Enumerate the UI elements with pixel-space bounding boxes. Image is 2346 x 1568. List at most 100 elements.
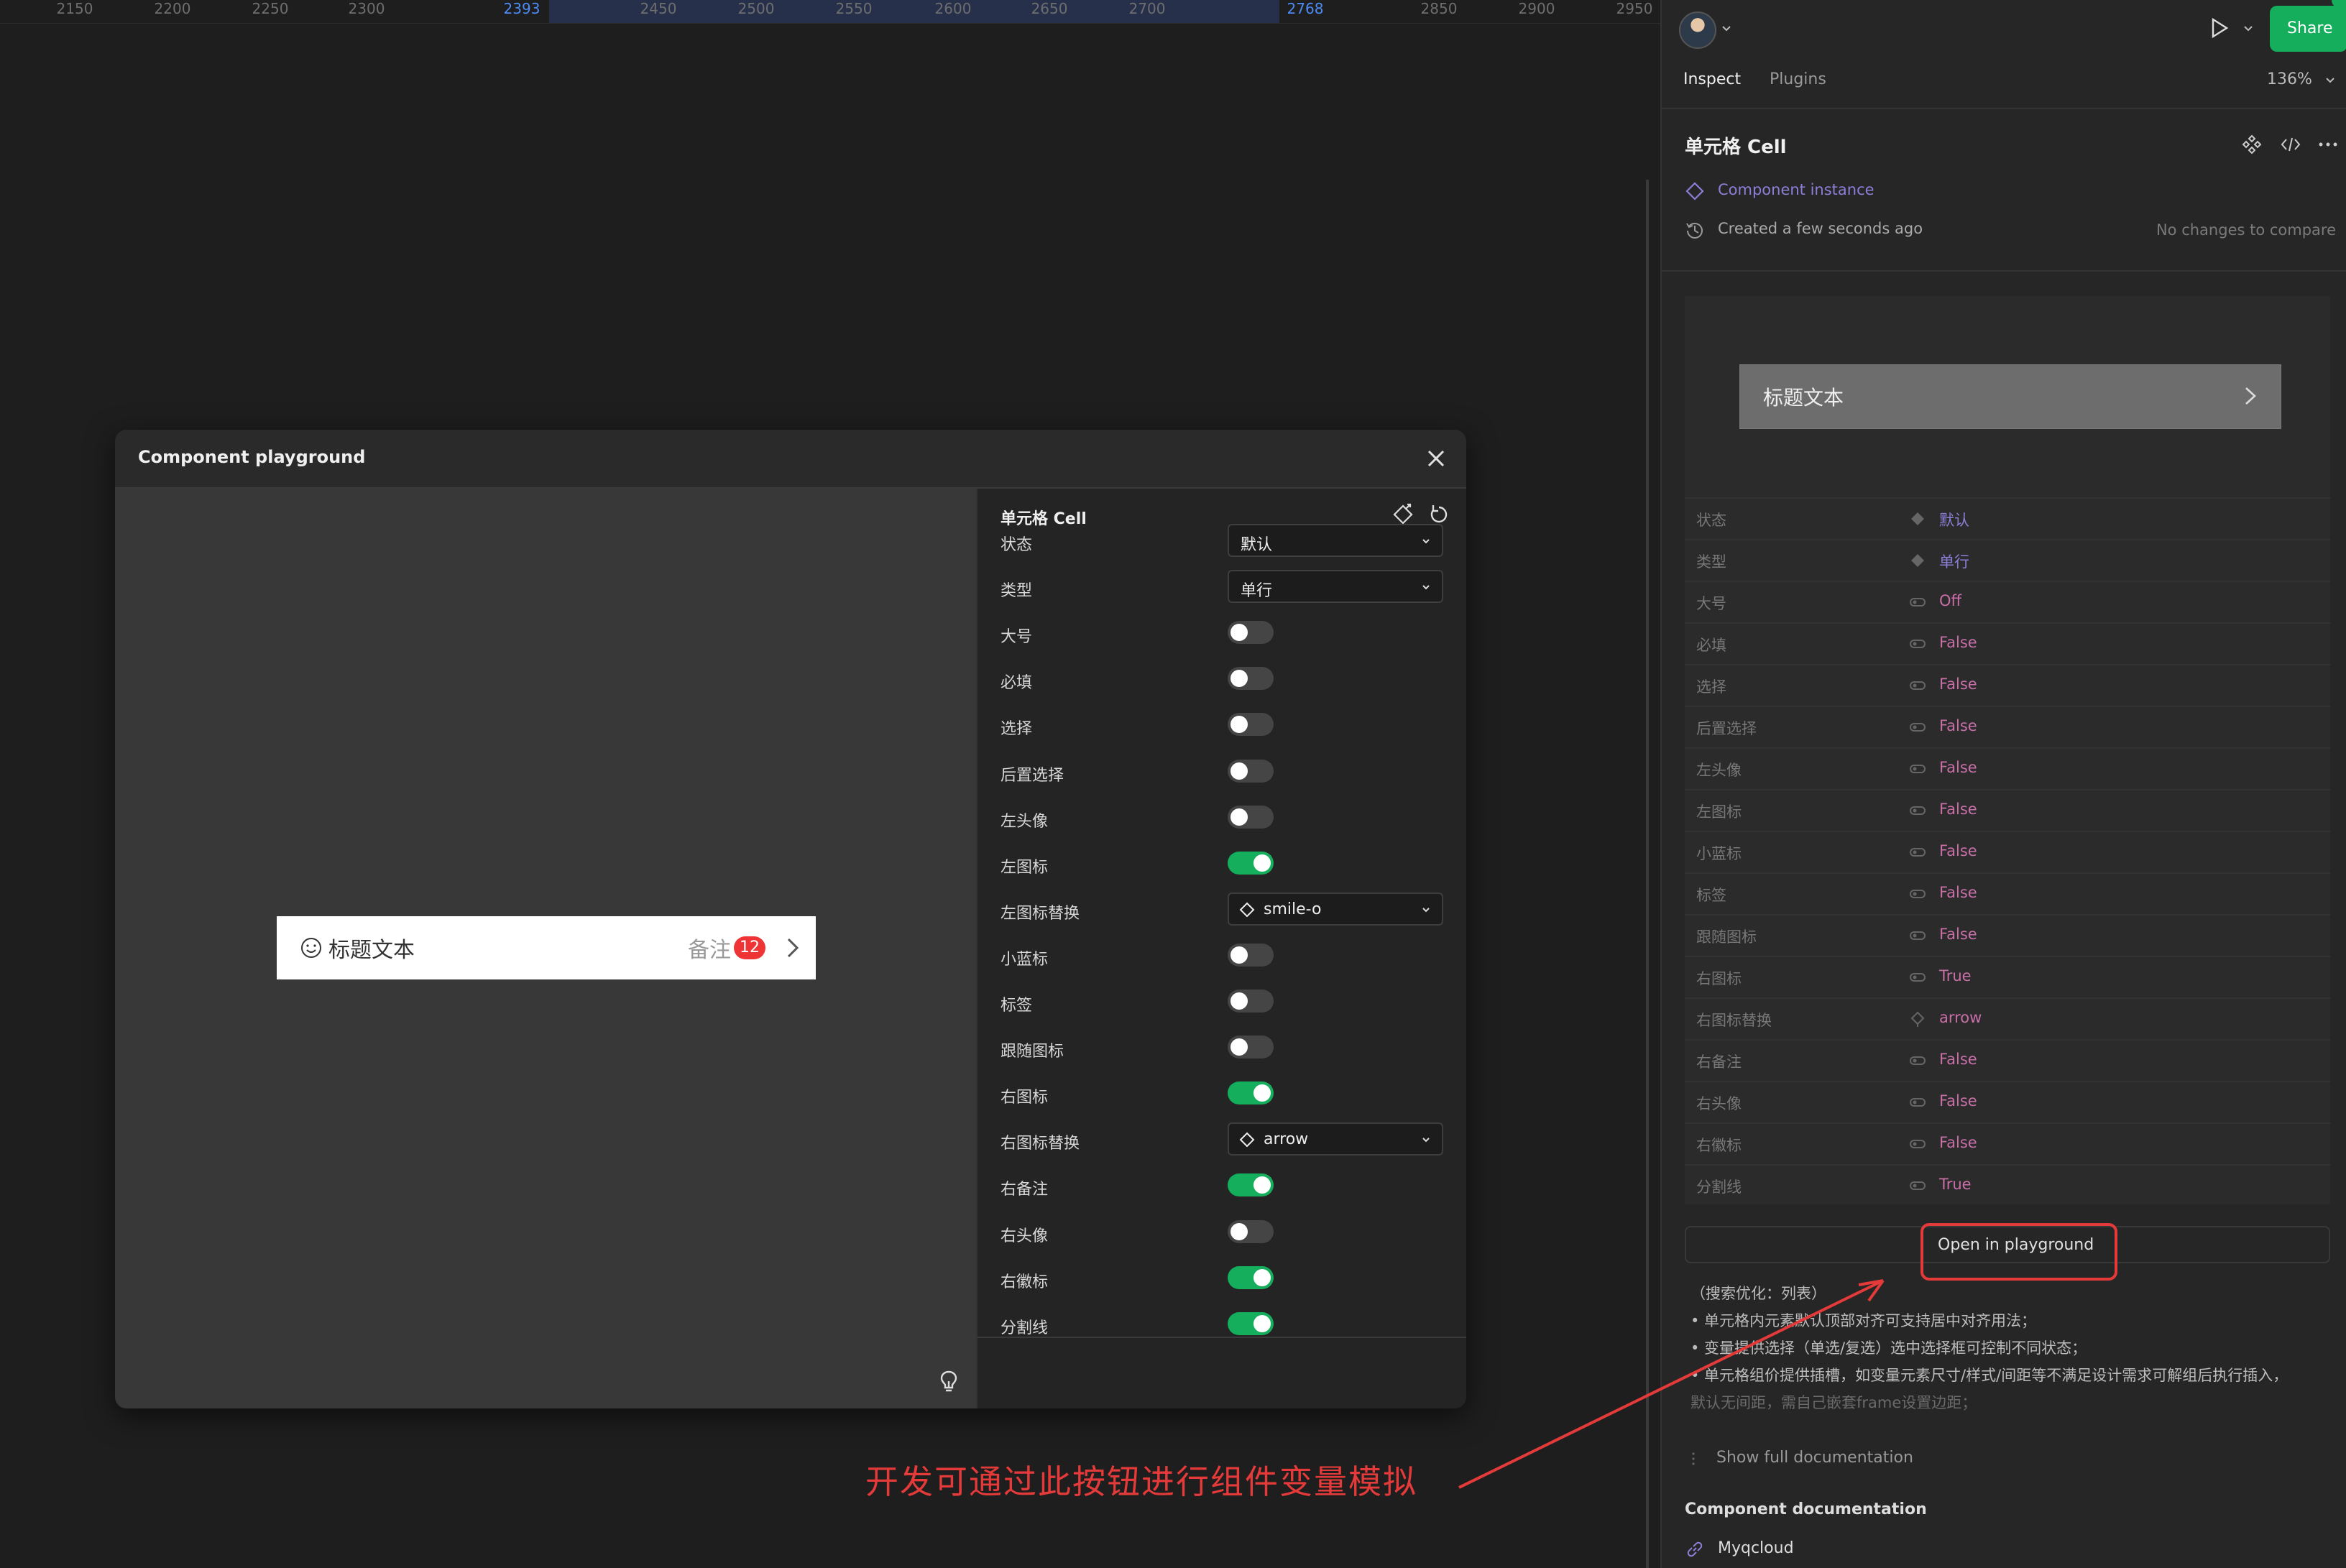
avatar[interactable] bbox=[1679, 11, 1716, 49]
select-value: 单行 bbox=[1241, 582, 1273, 600]
toggle-knob bbox=[1230, 624, 1248, 641]
property-value: Off bbox=[1939, 592, 1961, 609]
props-title: 单元格 Cell bbox=[1000, 510, 1087, 528]
toggle-icon bbox=[1910, 931, 1926, 940]
toggle-icon bbox=[1910, 1140, 1926, 1148]
cell-title: 标题文本 bbox=[328, 938, 415, 963]
property-row: 右头像 False bbox=[1685, 1081, 2330, 1122]
chevron-down-icon bbox=[1422, 908, 1430, 913]
property-key: 左头像 bbox=[1696, 762, 1742, 779]
prop-toggle[interactable] bbox=[1228, 621, 1274, 644]
prop-label: 左图标替换 bbox=[1000, 905, 1080, 923]
property-key: 标签 bbox=[1696, 887, 1726, 904]
property-row: 分割线 True bbox=[1685, 1164, 2330, 1206]
link-diamond-icon[interactable] bbox=[1392, 503, 1414, 526]
annotation-text: 开发可通过此按钮进行组件变量模拟 bbox=[865, 1462, 1417, 1501]
property-key: 必填 bbox=[1696, 637, 1726, 654]
select-value: 默认 bbox=[1241, 536, 1273, 554]
toggle-icon bbox=[1910, 598, 1926, 607]
history-icon bbox=[1686, 223, 1703, 239]
toggle-knob bbox=[1230, 1223, 1248, 1240]
property-key: 类型 bbox=[1696, 553, 1726, 571]
variant-icon bbox=[1911, 554, 1924, 567]
expand-icon[interactable] bbox=[1685, 1450, 1702, 1467]
prop-toggle[interactable] bbox=[1228, 1173, 1274, 1196]
prop-label: 右图标 bbox=[1000, 1089, 1049, 1107]
divider bbox=[1662, 108, 2346, 109]
close-icon[interactable] bbox=[1422, 444, 1450, 473]
toggle-knob bbox=[1254, 854, 1271, 872]
property-row: 左图标 False bbox=[1685, 789, 2330, 831]
canvas-scrollbar[interactable] bbox=[1646, 180, 1649, 1568]
prop-toggle[interactable] bbox=[1228, 667, 1274, 690]
variant-icon bbox=[1911, 512, 1924, 525]
show-full-documentation-link[interactable]: Show full documentation bbox=[1716, 1449, 1913, 1467]
property-row: 后置选择 False bbox=[1685, 706, 2330, 747]
ruler-tick-label: 2850 bbox=[1420, 0, 1458, 17]
chevron-down-icon[interactable] bbox=[2324, 75, 2336, 86]
toggle-knob bbox=[1254, 1176, 1271, 1194]
prop-label: 右图标替换 bbox=[1000, 1135, 1080, 1153]
documentation-line: （搜索优化：列表） bbox=[1690, 1285, 1826, 1302]
lightbulb-icon[interactable] bbox=[939, 1370, 959, 1394]
property-key: 右头像 bbox=[1696, 1095, 1742, 1112]
toggle-knob bbox=[1254, 1084, 1271, 1102]
property-key: 右图标 bbox=[1696, 970, 1742, 987]
toggle-icon bbox=[1910, 1181, 1926, 1190]
preview-cell[interactable]: 标题文本 备注 12 bbox=[277, 916, 816, 979]
prop-toggle[interactable] bbox=[1228, 1036, 1274, 1059]
property-value: False bbox=[1939, 801, 1977, 818]
chevron-down-icon[interactable] bbox=[1721, 23, 1732, 34]
preview-cell-thumbnail: 标题文本 bbox=[1739, 364, 2281, 429]
prop-toggle[interactable] bbox=[1228, 852, 1274, 875]
property-value: False bbox=[1939, 717, 1977, 734]
play-icon[interactable] bbox=[2207, 16, 2231, 40]
ruler-tick-label: 2600 bbox=[934, 0, 972, 17]
prop-toggle[interactable] bbox=[1228, 944, 1274, 967]
toggle-knob bbox=[1230, 946, 1248, 964]
prop-select[interactable]: 单行 bbox=[1228, 570, 1443, 603]
toggle-icon bbox=[1910, 681, 1926, 690]
instance-diamond-icon bbox=[1239, 1132, 1255, 1148]
property-value: True bbox=[1939, 1176, 1972, 1193]
toggle-icon bbox=[1910, 1056, 1926, 1065]
prop-label: 左头像 bbox=[1000, 813, 1049, 831]
cell-badge: 12 bbox=[734, 936, 765, 959]
prop-toggle[interactable] bbox=[1228, 1220, 1274, 1243]
toggle-knob bbox=[1230, 716, 1248, 733]
prop-label: 右徽标 bbox=[1000, 1273, 1049, 1291]
prop-toggle[interactable] bbox=[1228, 990, 1274, 1013]
ruler-tick-label: 2450 bbox=[640, 0, 677, 17]
reset-icon[interactable] bbox=[1427, 503, 1450, 526]
chevron-down-icon[interactable] bbox=[2242, 23, 2254, 34]
zoom-level[interactable]: 136% bbox=[2267, 70, 2312, 88]
code-icon[interactable] bbox=[2280, 134, 2301, 155]
property-row: 选择 False bbox=[1685, 664, 2330, 706]
prop-toggle[interactable] bbox=[1228, 1082, 1274, 1104]
annotation-highlight-box bbox=[1920, 1223, 2117, 1281]
link-icon bbox=[1687, 1541, 1703, 1557]
property-row: 必填 False bbox=[1685, 622, 2330, 664]
prop-toggle[interactable] bbox=[1228, 1312, 1274, 1335]
component-playground-modal: Component playground 标题文本 备注 12 单元格 Cell bbox=[115, 430, 1466, 1408]
property-value: False bbox=[1939, 842, 1977, 859]
playground-preview-area: 标题文本 备注 12 bbox=[115, 489, 976, 1408]
more-icon[interactable] bbox=[2317, 134, 2339, 155]
component-icon[interactable] bbox=[2241, 134, 2263, 155]
tab-inspect[interactable]: Inspect bbox=[1683, 70, 1741, 88]
prop-toggle[interactable] bbox=[1228, 1266, 1274, 1289]
documentation-link[interactable]: Myqcloud bbox=[1718, 1539, 1794, 1557]
prop-toggle[interactable] bbox=[1228, 760, 1274, 783]
prop-select[interactable]: 默认 bbox=[1228, 524, 1443, 557]
prop-select[interactable]: smile-o bbox=[1228, 893, 1443, 926]
property-row: 右徽标 False bbox=[1685, 1122, 2330, 1164]
component-instance-label[interactable]: Component instance bbox=[1718, 181, 1874, 198]
share-button[interactable]: Share bbox=[2270, 6, 2346, 52]
prop-toggle[interactable] bbox=[1228, 713, 1274, 736]
prop-select[interactable]: arrow bbox=[1228, 1122, 1443, 1156]
property-row: 标签 False bbox=[1685, 872, 2330, 914]
prop-toggle[interactable] bbox=[1228, 806, 1274, 829]
modal-title: Component playground bbox=[138, 447, 366, 467]
tab-plugins[interactable]: Plugins bbox=[1770, 70, 1826, 88]
ruler-tick-label: 2700 bbox=[1128, 0, 1166, 17]
